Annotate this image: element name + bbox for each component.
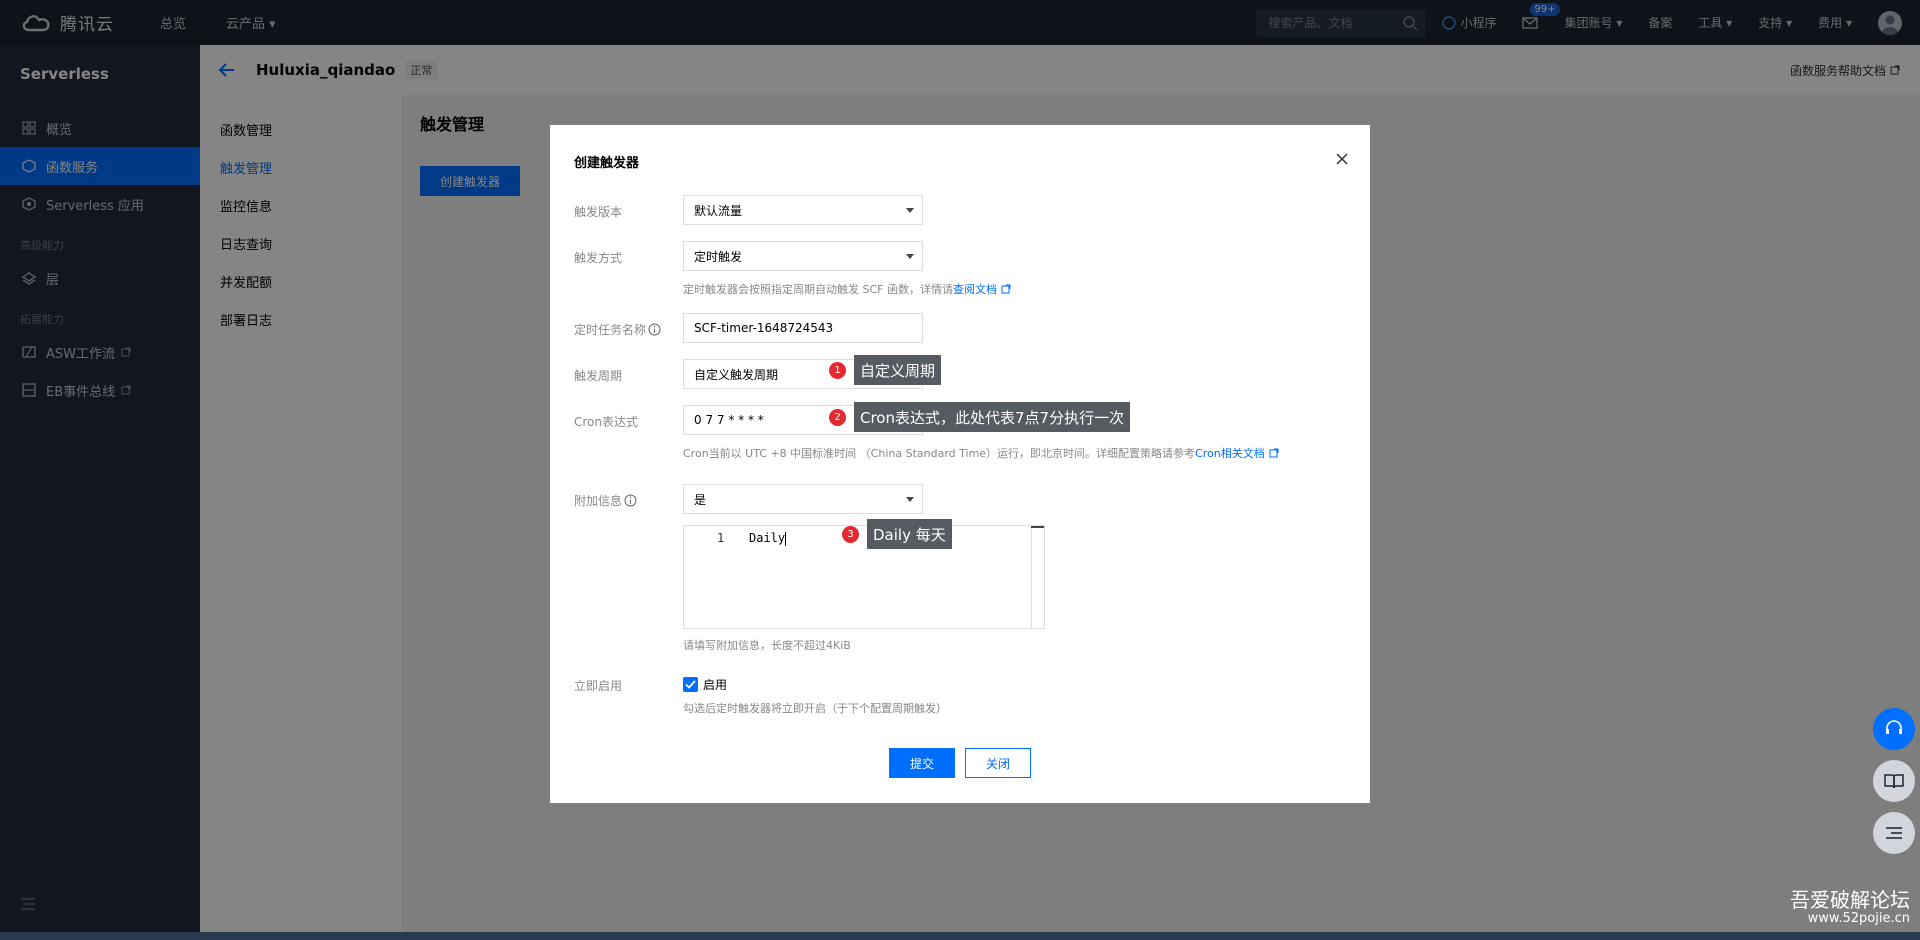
annotation-number: 2 xyxy=(829,408,846,426)
cron-doc-link[interactable]: Cron相关文档 xyxy=(1195,445,1279,461)
list-button[interactable] xyxy=(1873,812,1915,854)
cron-doc-link-label: Cron相关文档 xyxy=(1195,447,1265,460)
external-link-icon xyxy=(1001,284,1011,294)
trigger-period-label: 触发周期 xyxy=(574,369,623,383)
watermark: 吾爱破解论坛 www.52pojie.cn xyxy=(1790,889,1910,926)
extra-info-label-text: 附加信息 xyxy=(574,494,623,508)
cron-hint: Cron当前以 UTC +8 中国标准时间 （China Standard Ti… xyxy=(683,445,1279,461)
task-name-label-text: 定时任务名称 xyxy=(574,323,647,337)
trigger-method-hint: 定时触发器会按照指定周期自动触发 SCF 函数，详情请 查阅文档 xyxy=(683,281,1011,297)
enable-hint: 勾选后定时触发器将立即开启（于下个配置周期触发） xyxy=(683,702,947,715)
extra-info-select[interactable]: 是 xyxy=(683,484,923,514)
trigger-method-label: 触发方式 xyxy=(574,251,623,265)
external-link-icon xyxy=(1269,448,1279,458)
floating-tools xyxy=(1873,708,1915,854)
annotation-1: 1 自定义周期 xyxy=(829,355,942,385)
taskbar xyxy=(0,932,1920,940)
annotation-text: Daily 每天 xyxy=(867,519,952,549)
trigger-period-value: 自定义触发周期 xyxy=(694,367,779,382)
caret-down-icon xyxy=(906,208,914,213)
cron-label: Cron表达式 xyxy=(574,415,638,429)
annotation-text: 自定义周期 xyxy=(854,355,942,385)
info-icon[interactable] xyxy=(648,323,661,336)
annotation-number: 3 xyxy=(842,525,859,543)
editor-scrollbar-thumb[interactable] xyxy=(1031,526,1044,528)
trigger-method-select[interactable]: 定时触发 xyxy=(683,241,923,271)
extra-info-label: 附加信息 xyxy=(574,492,637,509)
trigger-method-value: 定时触发 xyxy=(694,249,743,264)
submit-button[interactable]: 提交 xyxy=(889,748,955,778)
extra-info-value: 是 xyxy=(694,492,707,507)
customer-service-button[interactable] xyxy=(1873,708,1915,750)
watermark-line2: www.52pojie.cn xyxy=(1807,911,1910,926)
checkmark-icon xyxy=(685,680,696,689)
close-icon[interactable] xyxy=(1336,153,1348,165)
task-name-label: 定时任务名称 xyxy=(574,321,661,338)
trigger-version-select[interactable]: 默认流量 xyxy=(683,195,923,225)
trigger-version-value: 默认流量 xyxy=(694,203,743,218)
text-cursor xyxy=(785,531,787,546)
annotation-text: Cron表达式，此处代表7点7分执行一次 xyxy=(854,402,1131,432)
editor-code-text: Daily xyxy=(749,531,786,545)
enable-checkbox-label[interactable]: 启用 xyxy=(703,676,727,693)
extra-info-hint: 请填写附加信息，长度不超过4KiB xyxy=(683,639,851,652)
annotation-3: 3 Daily 每天 xyxy=(842,519,952,549)
task-name-input[interactable]: SCF-timer-1648724543 xyxy=(683,313,923,343)
editor-code: Daily xyxy=(749,531,787,546)
annotation-2: 2 Cron表达式，此处代表7点7分执行一次 xyxy=(829,402,1131,432)
editor-scrollbar[interactable] xyxy=(1031,526,1044,628)
dialog-title: 创建触发器 xyxy=(574,156,640,171)
docs-button[interactable] xyxy=(1873,760,1915,802)
editor-line-number: 1 xyxy=(717,531,725,545)
list-icon xyxy=(1886,827,1902,839)
enable-now-label: 立即启用 xyxy=(574,679,623,693)
watermark-line1: 吾爱破解论坛 xyxy=(1790,888,1910,912)
info-icon[interactable] xyxy=(624,494,637,507)
caret-down-icon xyxy=(906,254,914,259)
trigger-version-label: 触发版本 xyxy=(574,205,623,219)
book-icon xyxy=(1884,774,1904,789)
headset-icon xyxy=(1886,720,1902,734)
enable-checkbox[interactable] xyxy=(683,677,698,692)
annotation-number: 1 xyxy=(829,361,846,379)
view-doc-link[interactable]: 查阅文档 xyxy=(953,281,1011,297)
cron-hint-text: Cron当前以 UTC +8 中国标准时间 （China Standard Ti… xyxy=(683,447,1196,460)
create-trigger-dialog: 创建触发器 触发版本 默认流量 触发方式 定时触发 定时触发器会按照指定周期自动… xyxy=(550,125,1370,803)
trigger-method-hint-text: 定时触发器会按照指定周期自动触发 SCF 函数，详情请 xyxy=(683,283,953,296)
view-doc-link-label: 查阅文档 xyxy=(952,283,997,296)
close-button[interactable]: 关闭 xyxy=(965,748,1031,778)
caret-down-icon xyxy=(906,497,914,502)
